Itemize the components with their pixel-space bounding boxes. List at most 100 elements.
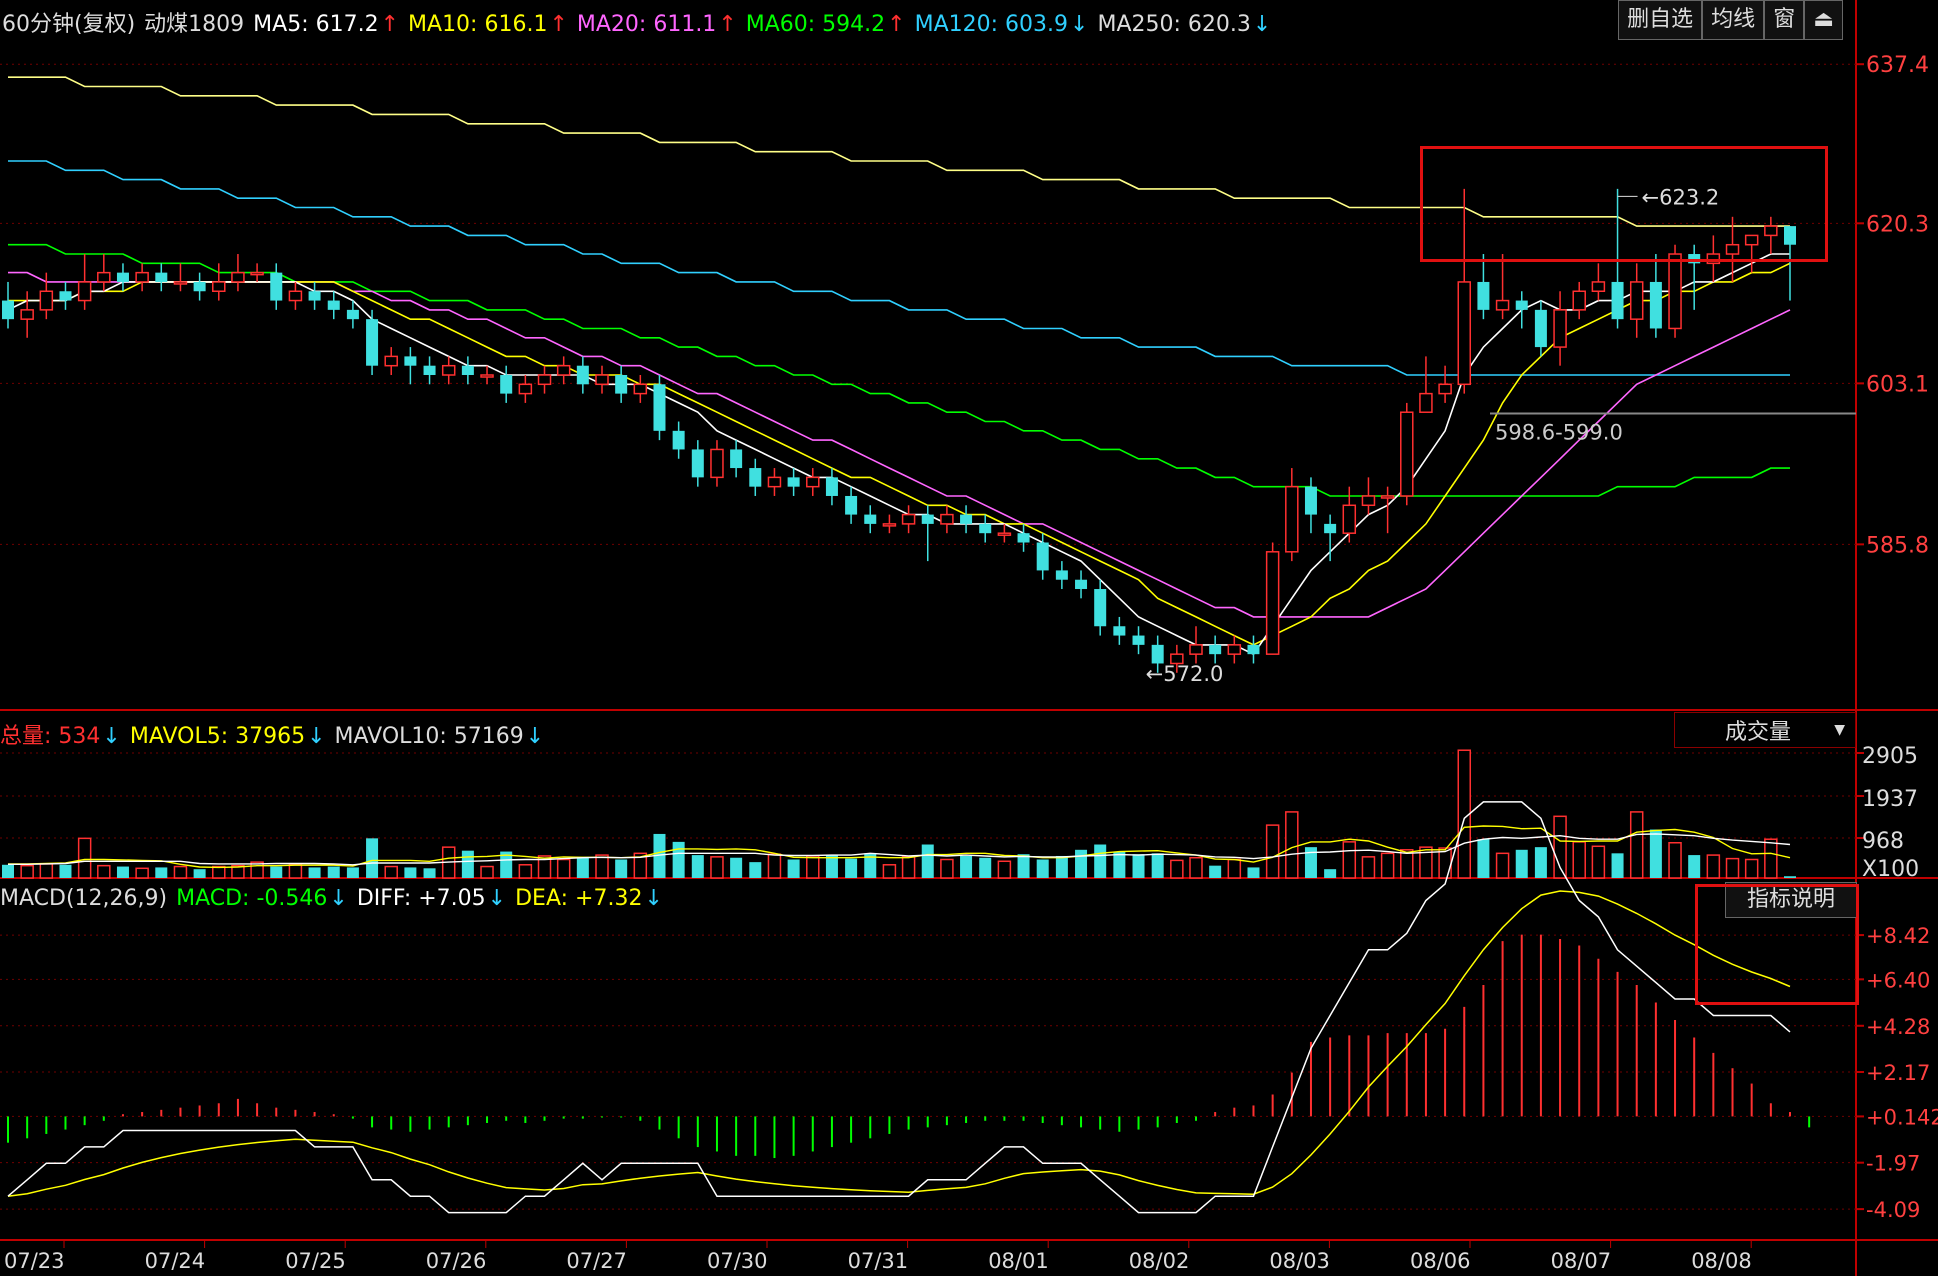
candle bbox=[1477, 254, 1490, 320]
candle-body bbox=[1227, 644, 1242, 655]
candle bbox=[595, 365, 609, 394]
candle bbox=[1553, 291, 1567, 366]
candle-body bbox=[1591, 281, 1606, 293]
volume-bar bbox=[308, 867, 321, 878]
volume-bar bbox=[556, 858, 571, 879]
candle bbox=[1094, 579, 1107, 636]
x-tick-label: 07/23 bbox=[4, 1249, 65, 1273]
x-tick-label: 07/24 bbox=[145, 1249, 206, 1273]
macd-tick-label: -1.97 bbox=[1866, 1152, 1920, 1176]
candle bbox=[77, 254, 92, 310]
candle-body bbox=[1285, 485, 1299, 553]
exit-icon[interactable]: ⏏ bbox=[1804, 0, 1843, 40]
candle-body bbox=[845, 495, 858, 515]
volume-bar bbox=[882, 864, 897, 879]
diff-value: DIFF: +7.05 bbox=[356, 886, 486, 911]
candle-body bbox=[1151, 644, 1164, 664]
volume-bar bbox=[1285, 811, 1299, 879]
candle bbox=[864, 505, 877, 534]
candle-body bbox=[173, 281, 188, 285]
remove-watchlist-button[interactable]: 删自选 bbox=[1618, 0, 1703, 40]
x-tick-label: 08/02 bbox=[1129, 1249, 1190, 1273]
candle-body bbox=[1380, 495, 1395, 499]
candle-body bbox=[749, 468, 762, 487]
candle bbox=[327, 291, 340, 320]
candle bbox=[615, 365, 628, 403]
volume-bar bbox=[576, 856, 589, 878]
volume-bar bbox=[845, 858, 858, 878]
ma120-legend: MA120: 603.9 bbox=[914, 12, 1069, 37]
volume-bar bbox=[1534, 847, 1547, 878]
candle-body bbox=[787, 477, 800, 487]
volume-bar bbox=[384, 865, 398, 879]
candle bbox=[749, 458, 762, 496]
ma-lines-button[interactable]: 均线 bbox=[1702, 0, 1765, 40]
candle-body bbox=[500, 375, 513, 394]
volume-tick-label: 2905 bbox=[1862, 744, 1918, 769]
candle bbox=[730, 440, 743, 478]
volume-bar bbox=[1055, 855, 1068, 878]
candle bbox=[20, 291, 34, 338]
volume-bar bbox=[1361, 856, 1376, 879]
volume-bar bbox=[461, 850, 474, 878]
volume-bar bbox=[1688, 855, 1701, 878]
candle bbox=[537, 365, 552, 394]
candle bbox=[366, 309, 379, 375]
candle bbox=[1515, 291, 1528, 329]
candle-body bbox=[97, 271, 111, 283]
candle bbox=[1113, 616, 1126, 645]
candle bbox=[672, 421, 685, 459]
volume-bar bbox=[1495, 852, 1510, 879]
candle bbox=[1055, 561, 1068, 590]
candle bbox=[250, 263, 264, 282]
candle-body bbox=[979, 523, 992, 534]
volume-bar bbox=[59, 864, 72, 878]
ma10-arrow: ↑ bbox=[549, 12, 568, 37]
diff-arrow: ↓ bbox=[487, 886, 507, 911]
volume-tick-label: 1937 bbox=[1862, 787, 1918, 812]
volume-bar bbox=[1784, 876, 1796, 878]
highlight-box-macd bbox=[1695, 884, 1859, 1005]
ma120-arrow: ↓ bbox=[1070, 12, 1089, 37]
candle bbox=[404, 347, 417, 385]
x-tick-label: 08/08 bbox=[1691, 1249, 1752, 1273]
ma20-legend: MA20: 611.1 bbox=[576, 12, 717, 37]
candle bbox=[518, 375, 533, 403]
candle bbox=[173, 263, 188, 292]
candle-body bbox=[615, 375, 628, 394]
volume-bar bbox=[1209, 865, 1222, 878]
window-button[interactable]: 窗 bbox=[1764, 0, 1805, 40]
candle bbox=[500, 365, 513, 403]
candle-body bbox=[1304, 486, 1317, 515]
volume-bar bbox=[1477, 839, 1490, 878]
volume-bar bbox=[1247, 867, 1260, 878]
candle-body bbox=[1495, 299, 1510, 311]
candle-body bbox=[1515, 300, 1528, 310]
volume-bar bbox=[1591, 845, 1606, 879]
candle-body bbox=[1400, 411, 1414, 497]
candle bbox=[116, 263, 129, 292]
candle-body bbox=[461, 365, 474, 375]
candle bbox=[787, 468, 800, 496]
volume-bar bbox=[135, 867, 149, 879]
candle-body bbox=[1438, 383, 1452, 395]
volume-bar bbox=[1189, 856, 1203, 879]
volume-bar bbox=[1572, 841, 1586, 879]
candle-body bbox=[441, 364, 456, 376]
candle bbox=[556, 356, 571, 385]
volume-bar bbox=[1438, 847, 1452, 879]
ma10-line bbox=[8, 262, 1791, 646]
candle-body bbox=[960, 514, 973, 524]
candle bbox=[1572, 281, 1586, 320]
volume-bar bbox=[1342, 841, 1357, 879]
candle-body bbox=[404, 356, 417, 366]
candle-body bbox=[653, 384, 666, 431]
macd-legend: MACD(12,26,9) MACD: -0.546↓ DIFF: +7.05↓… bbox=[0, 886, 665, 911]
dea-value: DEA: +7.32 bbox=[515, 886, 643, 911]
candle-body bbox=[1361, 495, 1376, 507]
volume-bar bbox=[787, 859, 800, 878]
indicator-selector[interactable]: 成交量 ▼ bbox=[1674, 712, 1856, 748]
ma250-legend: MA250: 620.3 bbox=[1097, 12, 1251, 37]
candle-body bbox=[39, 290, 54, 311]
candle bbox=[1132, 626, 1145, 655]
